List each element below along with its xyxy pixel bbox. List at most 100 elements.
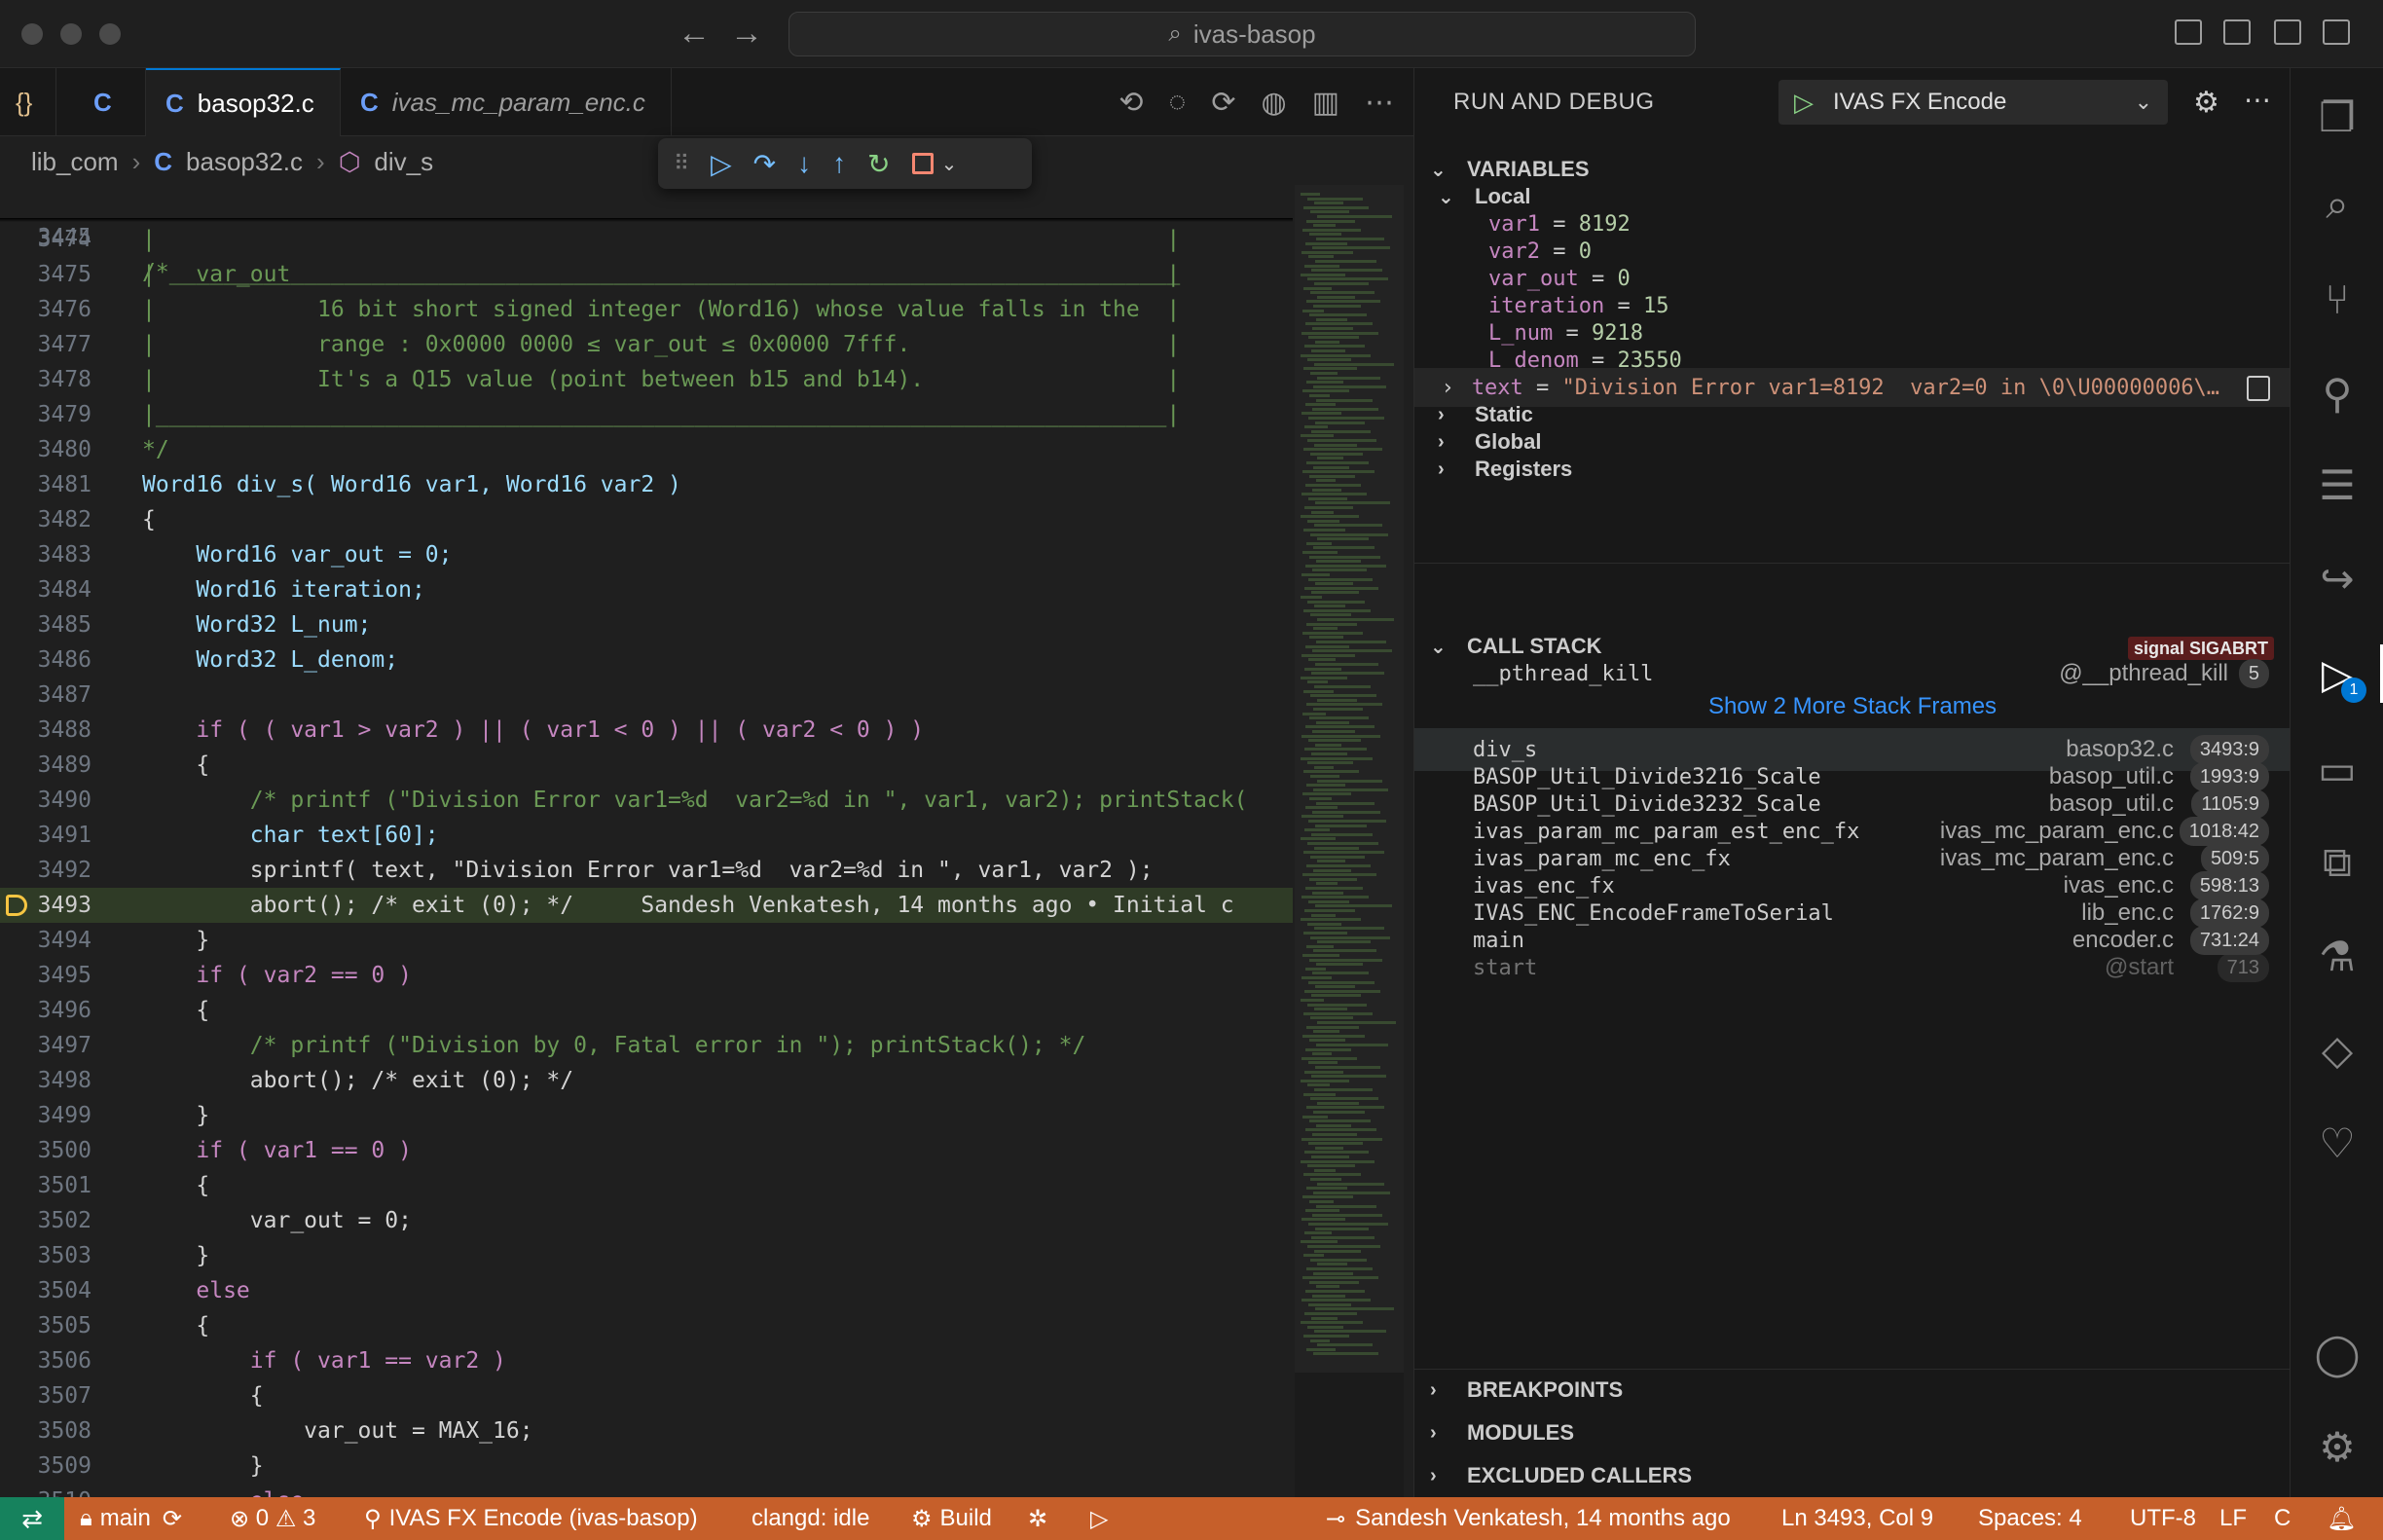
eol-status[interactable]: LF — [2219, 1497, 2247, 1540]
show-more-frames-link[interactable]: Show 2 More Stack Frames — [1414, 689, 2291, 724]
line-number[interactable]: 3504 — [0, 1273, 92, 1308]
code-line[interactable]: 3500 if ( var1 == 0 ) — [0, 1133, 1293, 1168]
line-number[interactable]: 3503 — [0, 1238, 92, 1273]
minimize-window-button[interactable] — [60, 23, 82, 45]
variables-registers-group[interactable]: › Registers — [1414, 450, 2291, 489]
tab-c-file[interactable]: C — [56, 68, 146, 136]
line-number[interactable]: 3485 — [0, 607, 92, 642]
excluded-callers-section-header[interactable]: › EXCLUDED CALLERS — [1414, 1456, 2291, 1495]
zoom-window-button[interactable] — [99, 23, 121, 45]
toggle-panel-icon[interactable] — [2274, 19, 2301, 45]
outline-icon[interactable]: ☰ — [2291, 446, 2383, 524]
stop-icon[interactable] — [911, 153, 934, 174]
line-number[interactable]: 3489 — [0, 748, 92, 783]
line-number[interactable]: 3499 — [0, 1098, 92, 1133]
code-line[interactable]: 3498 abort(); /* exit (0); */ — [0, 1063, 1293, 1098]
line-number[interactable]: 3479 — [0, 397, 92, 432]
code-line[interactable]: 3496 { — [0, 993, 1293, 1028]
run-icon[interactable]: ▷ — [1090, 1497, 1108, 1540]
toggle-secondary-sidebar-icon[interactable] — [2323, 19, 2350, 45]
code-line[interactable]: 3499 } — [0, 1098, 1293, 1133]
step-into-icon[interactable]: ↓ — [797, 148, 811, 179]
command-center-search[interactable]: ⌕ ivas-basop — [788, 12, 1696, 56]
breadcrumb-symbol[interactable]: div_s — [374, 147, 433, 177]
code-line[interactable]: 3506 if ( var1 == var2 ) — [0, 1343, 1293, 1378]
code-line[interactable]: 3477 | range : 0x0000 0000 ≤ var_out ≤ 0x… — [0, 327, 1293, 362]
code-line[interactable]: 3491 char text[60]; — [0, 818, 1293, 853]
restart-icon[interactable]: ↻ — [867, 148, 890, 180]
debug-session-status[interactable]: ⚲ IVAS FX Encode (ivas-basop) — [364, 1497, 698, 1540]
code-line[interactable]: 3483 Word16 var_out = 0; — [0, 537, 1293, 572]
start-debugging-icon[interactable]: ▷ — [1794, 88, 1814, 118]
line-number[interactable]: 3510 — [0, 1484, 92, 1497]
continue-icon[interactable]: ▷ — [711, 148, 732, 180]
line-number[interactable]: 3490 — [0, 783, 92, 818]
code-line[interactable]: 3501 { — [0, 1168, 1293, 1203]
call-stack-frame[interactable]: start @start 713 — [1414, 946, 2291, 989]
code-line[interactable]: 3505 { — [0, 1308, 1293, 1343]
forward-arrow-icon[interactable]: → — [730, 14, 763, 53]
line-number[interactable]: 3482 — [0, 502, 92, 537]
code-line[interactable]: 3494 } — [0, 923, 1293, 958]
line-number[interactable]: 3497 — [0, 1028, 92, 1063]
remote-share-icon[interactable]: ↪ — [2291, 539, 2383, 617]
tab-ivas-mc-param-enc[interactable]: C ivas_mc_param_enc.c — [341, 68, 672, 136]
close-window-button[interactable] — [21, 23, 43, 45]
code-line[interactable]: 3504 else — [0, 1273, 1293, 1308]
code-editor[interactable]: 3445 /*_________________________________… — [0, 185, 1293, 1497]
breadcrumb-folder[interactable]: lib_com — [31, 147, 119, 177]
testing-icon[interactable]: ⚗ — [2291, 917, 2383, 995]
code-line[interactable]: 3489 { — [0, 748, 1293, 783]
line-number[interactable]: 3496 — [0, 993, 92, 1028]
line-number[interactable]: 3475 — [0, 257, 92, 292]
git-timeline-icon[interactable]: ◍ — [1261, 86, 1286, 120]
build-status[interactable]: ⚙ Build — [911, 1497, 992, 1540]
minimap[interactable] — [1295, 185, 1404, 1497]
code-line[interactable]: 3482 { — [0, 502, 1293, 537]
code-line[interactable]: 3508 var_out = MAX_16; — [0, 1413, 1293, 1448]
code-line[interactable]: 3485 Word32 L_num; — [0, 607, 1293, 642]
branch-status[interactable]: 🔒︎ main ⟳ — [80, 1497, 182, 1540]
step-out-icon[interactable]: ↑ — [832, 148, 846, 179]
code-line[interactable]: 3510 else — [0, 1484, 1293, 1497]
drag-handle-icon[interactable]: ⠿ — [674, 151, 689, 176]
toggle-primary-sidebar-icon[interactable] — [2223, 19, 2251, 45]
line-number[interactable]: 3505 — [0, 1308, 92, 1343]
more-actions-icon[interactable]: ⋯ — [2244, 84, 2271, 116]
go-forward-icon[interactable]: ⟳ — [1211, 86, 1235, 120]
code-line[interactable]: 3481 Word16 div_s( Word16 var1, Word16 va… — [0, 467, 1293, 502]
explorer-icon[interactable]: ❐ — [2291, 78, 2383, 156]
code-line[interactable]: 3479 |___________________________________… — [0, 397, 1293, 432]
breakpoints-section-header[interactable]: › BREAKPOINTS — [1414, 1371, 2291, 1410]
code-line[interactable]: 3495 if ( var2 == 0 ) — [0, 958, 1293, 993]
run-and-debug-icon[interactable]: ▷ 1 — [2291, 635, 2383, 713]
line-number[interactable]: 3477 — [0, 327, 92, 362]
sticky-scroll-line[interactable]: 3445 /*_________________________________… — [0, 185, 1293, 285]
code-line[interactable]: 3487 — [0, 678, 1293, 713]
source-control-icon[interactable]: ⑂ — [2291, 261, 2383, 339]
line-number[interactable]: 3474 — [0, 222, 92, 257]
code-line[interactable]: 3503 } — [0, 1238, 1293, 1273]
step-over-icon[interactable]: ↷ — [753, 148, 776, 180]
breadcrumb-file[interactable]: basop32.c — [186, 147, 303, 177]
encoding-status[interactable]: UTF-8 — [2130, 1497, 2196, 1540]
code-line[interactable]: 3474 | | — [0, 222, 1293, 257]
extensions-icon[interactable]: ⧉ — [2291, 824, 2383, 901]
line-number[interactable]: 3494 — [0, 923, 92, 958]
search-icon[interactable]: ⌕ — [2291, 165, 2383, 243]
back-arrow-icon[interactable]: ← — [678, 14, 711, 53]
code-line[interactable]: 3490 /* printf ("Division Error var1=%d … — [0, 783, 1293, 818]
line-number[interactable]: 3509 — [0, 1448, 92, 1484]
line-number[interactable]: 3502 — [0, 1203, 92, 1238]
git-blame-status[interactable]: ⊸ Sandesh Venkatesh, 14 months ago — [1326, 1497, 1731, 1540]
line-number[interactable]: 3487 — [0, 678, 92, 713]
breakpoint-toggle-icon[interactable]: ◌ — [1168, 86, 1186, 119]
modules-section-header[interactable]: › MODULES — [1414, 1413, 2291, 1452]
gitlab-icon[interactable]: ◇ — [2291, 1010, 2383, 1088]
line-number[interactable]: 3488 — [0, 713, 92, 748]
code-line[interactable]: 3492 sprintf( text, "Division Error var1… — [0, 853, 1293, 888]
debug-bug-icon[interactable]: ✲ — [1028, 1497, 1047, 1540]
line-number[interactable]: 3501 — [0, 1168, 92, 1203]
manage-gear-icon[interactable]: ⚙ — [2291, 1408, 2383, 1485]
code-line[interactable]: 3476 | 16 bit short signed integer (Word1… — [0, 292, 1293, 327]
